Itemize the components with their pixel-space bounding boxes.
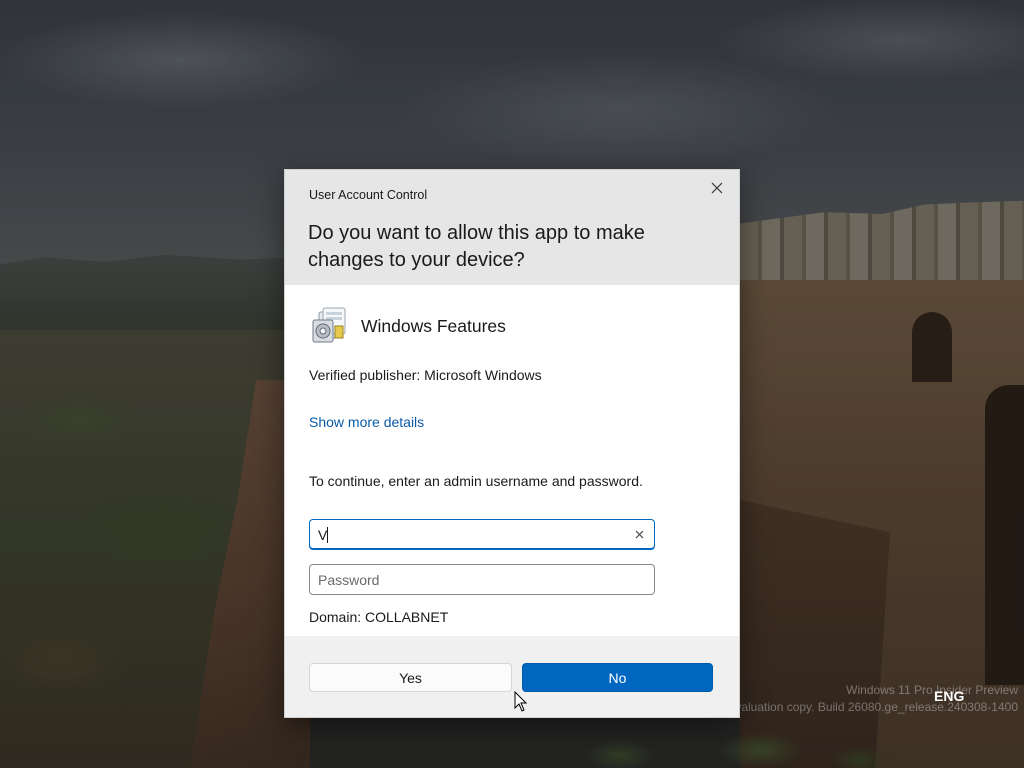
no-button[interactable]: No <box>522 663 713 692</box>
clear-username-button[interactable] <box>632 527 646 541</box>
windows-features-icon <box>312 307 346 343</box>
uac-dialog: User Account Control Do you want to allo… <box>284 169 740 718</box>
close-icon <box>711 182 723 194</box>
language-indicator[interactable]: ENG <box>934 688 964 704</box>
password-input[interactable] <box>318 565 618 594</box>
publisher-text: Verified publisher: Microsoft Windows <box>309 367 542 383</box>
username-input[interactable] <box>318 520 618 549</box>
watermark-line: Evaluation copy. Build 26080.ge_release.… <box>727 700 1018 714</box>
evaluation-watermark: Windows 11 Pro Insider Preview Evaluatio… <box>727 682 1018 716</box>
mouse-pointer-icon <box>514 691 528 712</box>
credentials-instructions: To continue, enter an admin username and… <box>309 473 643 489</box>
dialog-caption: User Account Control <box>309 188 428 202</box>
dialog-footer: Yes No <box>285 636 739 717</box>
show-more-details-link[interactable]: Show more details <box>309 414 424 430</box>
close-button[interactable] <box>703 176 731 200</box>
password-field[interactable] <box>309 564 655 595</box>
app-name: Windows Features <box>361 315 506 336</box>
yes-button[interactable]: Yes <box>309 663 512 692</box>
watermark-line: Windows 11 Pro Insider Preview <box>846 683 1018 697</box>
clear-icon <box>635 530 643 538</box>
app-info: Windows Features <box>309 306 506 346</box>
dialog-header: User Account Control Do you want to allo… <box>285 170 739 285</box>
domain-text: Domain: COLLABNET <box>309 609 449 625</box>
dialog-question: Do you want to allow this app to make ch… <box>308 222 645 271</box>
text-caret <box>327 527 328 543</box>
username-field[interactable] <box>309 519 655 550</box>
